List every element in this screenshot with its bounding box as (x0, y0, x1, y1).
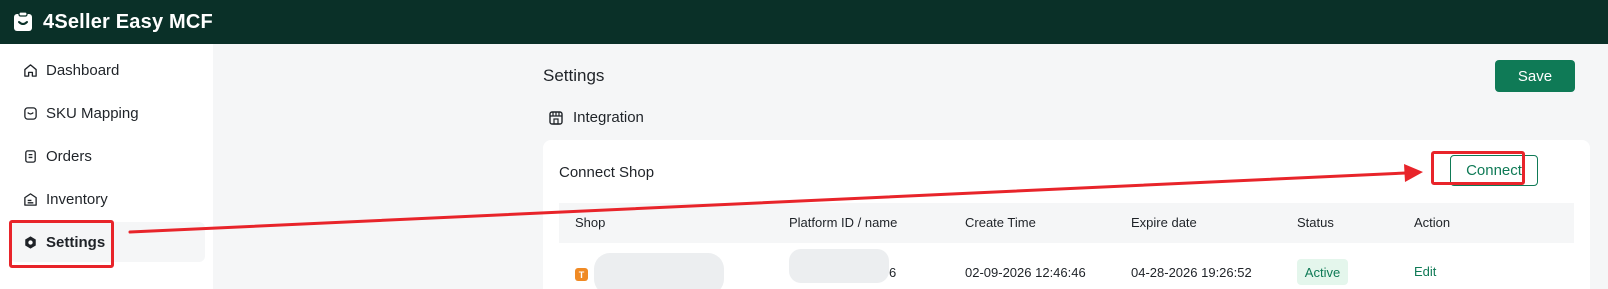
sidebar-item-orders[interactable]: Orders (10, 136, 205, 176)
sidebar-item-sku-mapping[interactable]: SKU Mapping (10, 93, 205, 133)
create-time-cell: 02-09-2026 12:46:46 (965, 265, 1086, 280)
integration-heading: Integration (573, 109, 644, 126)
inventory-icon (22, 191, 38, 207)
column-header-action: Action (1414, 215, 1451, 230)
column-header-platform: Platform ID / name (789, 215, 898, 230)
table-header: Shop Platform ID / name Create Time Expi… (559, 203, 1574, 243)
top-bar: 4Seller Easy MCF (0, 0, 1608, 44)
platform-id-redacted (789, 249, 889, 283)
connect-shop-title: Connect Shop (559, 164, 655, 181)
column-header-shop: Shop (575, 215, 606, 230)
column-header-create-time: Create Time (965, 215, 1036, 230)
platform-id-suffix: 6 (889, 265, 897, 280)
column-header-status: Status (1297, 215, 1334, 230)
integration-section-header: Integration (548, 109, 644, 126)
edit-link[interactable]: Edit (1414, 264, 1436, 279)
connect-highlight-box (1431, 151, 1525, 185)
store-icon (548, 110, 564, 126)
page-title: Settings (543, 66, 605, 85)
mapping-icon (22, 105, 38, 121)
column-header-expire-date: Expire date (1131, 215, 1197, 230)
clipboard-icon (12, 11, 34, 33)
settings-highlight-box (9, 220, 114, 268)
shop-name-redacted (594, 253, 724, 289)
sidebar-item-inventory[interactable]: Inventory (10, 179, 205, 219)
expire-date-cell: 04-28-2026 19:26:52 (1131, 265, 1252, 280)
save-button[interactable]: Save (1495, 60, 1575, 92)
sidebar-item-label: Orders (46, 147, 92, 165)
sidebar-item-dashboard[interactable]: Dashboard (10, 50, 205, 90)
home-icon (22, 62, 38, 78)
shop-platform-icon: T (575, 268, 588, 281)
status-badge: Active (1297, 259, 1348, 285)
orders-icon (22, 148, 38, 164)
main-content: Settings Save Integration Connect Shop C… (213, 44, 1608, 289)
sidebar-item-label: Inventory (46, 190, 108, 208)
sidebar-item-label: SKU Mapping (46, 104, 139, 122)
sidebar-item-label: Dashboard (46, 61, 120, 79)
app-title: 4Seller Easy MCF (43, 10, 213, 33)
table-row: T 6 02-09-2026 12:46:46 04-28-2026 19:26… (559, 243, 1574, 289)
